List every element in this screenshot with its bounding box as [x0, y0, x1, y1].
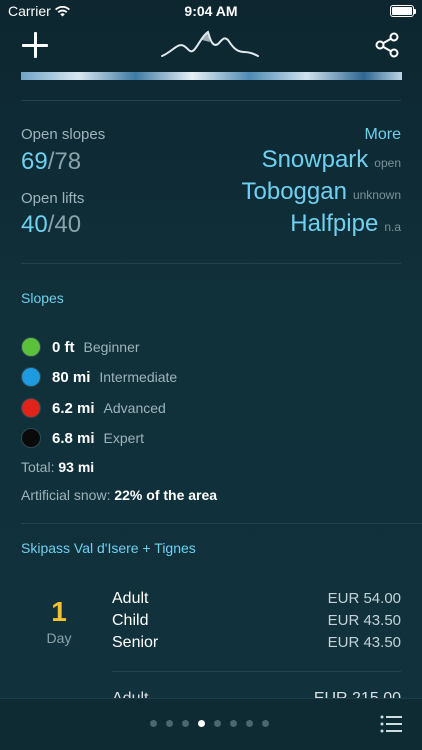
- day-label: Day: [46, 630, 72, 646]
- price-row-child: Child EUR 43.50: [112, 612, 401, 630]
- share-icon[interactable]: [374, 32, 400, 58]
- carrier-label: Carrier: [8, 3, 51, 19]
- page-dot[interactable]: [166, 720, 173, 727]
- open-slopes-total: /78: [47, 148, 82, 175]
- skipass-1-day-block[interactable]: 1 Day Adult EUR 54.00 Child EUR 43.50 Se…: [21, 590, 401, 660]
- slope-row-advanced: 6.2 mi Advanced: [21, 397, 166, 419]
- divider: [21, 100, 401, 101]
- wifi-icon: [54, 5, 70, 16]
- slope-level: Expert: [103, 430, 144, 446]
- price-value: EUR 43.50: [327, 634, 401, 651]
- battery-icon: [390, 5, 416, 17]
- app-screen: Carrier 9:04 AM Open slopes 69/78 Open l…: [0, 0, 422, 750]
- price-category: Child: [112, 612, 149, 629]
- open-slopes-label: Open slopes: [21, 126, 106, 143]
- open-slopes-value: 69/78: [21, 148, 81, 176]
- facility-status: unknown: [352, 188, 401, 202]
- advanced-dot-icon: [21, 398, 41, 418]
- expert-dot-icon: [21, 428, 41, 448]
- facility-halfpipe[interactable]: Halfpipe n.a: [290, 210, 401, 238]
- price-row-adult: Adult EUR 54.00: [112, 590, 401, 608]
- open-lifts-total: /40: [47, 211, 82, 238]
- bottom-bar: [0, 698, 422, 750]
- day-column: 1 Day: [21, 596, 97, 646]
- plus-icon[interactable]: [22, 32, 48, 58]
- artificial-snow: Artificial snow: 22% of the area: [21, 487, 217, 503]
- resort-photo-strip[interactable]: [21, 72, 402, 80]
- facility-name: Snowpark: [261, 146, 369, 173]
- price-value: EUR 54.00: [327, 590, 401, 607]
- price-value: EUR 43.50: [327, 612, 401, 629]
- slope-row-beginner: 0 ft Beginner: [21, 336, 140, 358]
- slope-level: Intermediate: [99, 369, 178, 385]
- facility-snowpark[interactable]: Snowpark open: [262, 146, 401, 174]
- page-dot-active[interactable]: [198, 720, 205, 727]
- slope-level: Beginner: [83, 339, 140, 355]
- price-category: Adult: [112, 590, 149, 607]
- page-dot[interactable]: [182, 720, 189, 727]
- status-bar: Carrier 9:04 AM: [0, 0, 422, 22]
- skipass-section-title: Skipass Val d'Isere + Tignes: [21, 540, 196, 556]
- price-category: Senior: [112, 634, 159, 651]
- slope-row-expert: 6.8 mi Expert: [21, 427, 144, 449]
- slopes-section-title: Slopes: [21, 290, 64, 306]
- total-value: 93 mi: [58, 459, 95, 475]
- day-number: 1: [51, 596, 67, 627]
- beginner-dot-icon: [21, 337, 41, 357]
- open-lifts-label: Open lifts: [21, 190, 85, 207]
- facility-toboggan[interactable]: Toboggan unknown: [242, 178, 401, 206]
- more-link[interactable]: More: [365, 126, 401, 144]
- facility-status: open: [374, 156, 401, 170]
- page-dot[interactable]: [230, 720, 237, 727]
- slope-length: 0 ft: [52, 338, 75, 356]
- page-dot[interactable]: [150, 720, 157, 727]
- divider: [112, 671, 401, 672]
- slope-length: 6.8 mi: [52, 429, 95, 447]
- list-icon[interactable]: [380, 715, 402, 733]
- price-row-senior: Senior EUR 43.50: [112, 634, 401, 652]
- intermediate-dot-icon: [21, 367, 41, 387]
- open-lifts-open: 40: [21, 211, 48, 238]
- snow-label: Artificial snow:: [21, 487, 111, 503]
- open-slopes-open: 69: [21, 148, 48, 175]
- divider: [21, 523, 422, 524]
- slope-level: Advanced: [103, 400, 166, 416]
- page-dot[interactable]: [262, 720, 269, 727]
- facility-name: Toboggan: [241, 178, 347, 205]
- slopes-total: Total: 93 mi: [21, 459, 94, 475]
- mountain-logo: [161, 30, 259, 57]
- divider: [21, 263, 401, 264]
- slope-row-intermediate: 80 mi Intermediate: [21, 366, 177, 388]
- slope-length: 6.2 mi: [52, 399, 95, 417]
- nav-bar: [0, 24, 422, 68]
- status-left: Carrier: [8, 3, 70, 19]
- page-indicator[interactable]: [150, 720, 269, 727]
- total-label: Total:: [21, 459, 55, 475]
- page-dot[interactable]: [214, 720, 221, 727]
- facility-name: Halfpipe: [290, 210, 379, 237]
- facility-status: n.a: [384, 220, 401, 234]
- page-dot[interactable]: [246, 720, 253, 727]
- slope-length: 80 mi: [52, 368, 91, 386]
- snow-value: 22% of the area: [114, 487, 218, 503]
- open-lifts-value: 40/40: [21, 211, 81, 239]
